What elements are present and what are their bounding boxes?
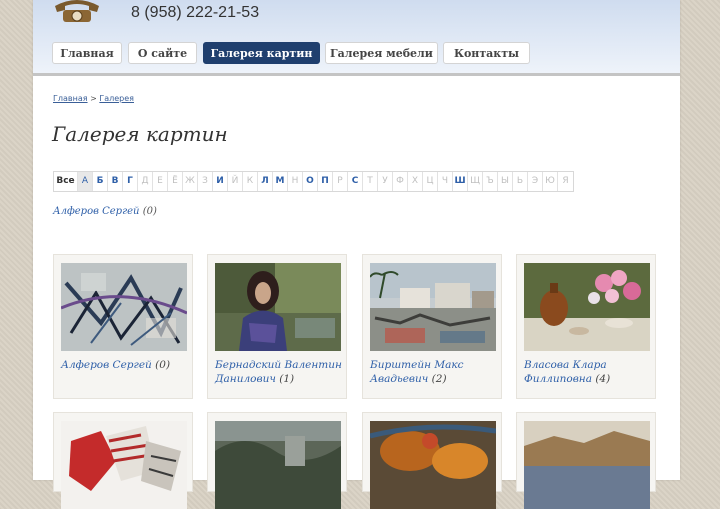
alphabet-letter: Ы [498, 172, 513, 191]
artist-card[interactable] [53, 412, 193, 509]
alphabet-letter: Ю [543, 172, 558, 191]
painting-thumbnail[interactable] [61, 421, 187, 509]
alphabet-letter[interactable]: А [78, 172, 93, 191]
alphabet-letter: Р [333, 172, 348, 191]
alphabet-letter: К [243, 172, 258, 191]
card-caption: Бернадский Валентин Данилович (1) [215, 358, 345, 386]
card-caption: Власова Клара Филлиповна (4) [524, 358, 654, 386]
alphabet-letter: З [198, 172, 213, 191]
alphabet-letter[interactable]: Ш [453, 172, 468, 191]
artist-name-link[interactable]: Алферов Сергей [61, 359, 152, 371]
artist-card[interactable]: Алферов Сергей (0) [53, 254, 193, 399]
card-caption: Бирштейн Макс Авадьевич (2) [370, 358, 500, 386]
telephone-icon [55, 0, 99, 22]
alphabet-letter[interactable]: О [303, 172, 318, 191]
painting-thumbnail[interactable] [370, 263, 496, 351]
alphabet-letter[interactable]: Г [123, 172, 138, 191]
alphabet-letter[interactable]: Все [54, 172, 78, 191]
artwork-count: (2) [431, 373, 447, 385]
breadcrumb: Главная > Галерея [53, 94, 134, 103]
nav-contacts[interactable]: Контакты [443, 42, 530, 64]
alphabet-letter: Е [153, 172, 168, 191]
artist-card[interactable]: Бернадский Валентин Данилович (1) [207, 254, 347, 399]
artist-card[interactable] [207, 412, 347, 509]
artwork-count: (4) [595, 373, 611, 385]
alphabet-letter: Ц [423, 172, 438, 191]
painting-thumbnail[interactable] [524, 421, 650, 509]
site-header: 8 (958) 222-21-53 Главная О сайте Галере… [33, 0, 680, 76]
alphabet-letter: Н [288, 172, 303, 191]
artist-card[interactable] [516, 412, 656, 509]
breadcrumb-home-link[interactable]: Главная [53, 94, 88, 103]
alphabet-letter: Э [528, 172, 543, 191]
alphabet-letter: Ф [393, 172, 408, 191]
artist-name-link[interactable]: Бирштейн Макс Авадьевич [370, 359, 464, 385]
artwork-count: (1) [279, 373, 295, 385]
alphabet-letter[interactable]: Б [93, 172, 108, 191]
artist-card[interactable]: Бирштейн Макс Авадьевич (2) [362, 254, 502, 399]
phone-number: 8 (958) 222-21-53 [131, 4, 260, 21]
alphabet-letter: Ж [183, 172, 198, 191]
nav-paintings-gallery[interactable]: Галерея картин [203, 42, 320, 64]
alphabet-letter: Ч [438, 172, 453, 191]
artist-card[interactable] [362, 412, 502, 509]
page-container: 8 (958) 222-21-53 Главная О сайте Галере… [33, 0, 680, 509]
nav-home[interactable]: Главная [52, 42, 122, 64]
breadcrumb-separator: > [90, 94, 97, 103]
nav-furniture-gallery[interactable]: Галерея мебели [325, 42, 438, 64]
breadcrumb-current-link[interactable]: Галерея [99, 94, 134, 103]
alphabet-letter[interactable]: П [318, 172, 333, 191]
alphabet-letter: У [378, 172, 393, 191]
painting-thumbnail[interactable] [215, 421, 341, 509]
alphabet-letter[interactable]: И [213, 172, 228, 191]
artwork-count: (0) [155, 359, 171, 371]
nav-about[interactable]: О сайте [128, 42, 197, 64]
painting-thumbnail[interactable] [370, 421, 496, 509]
alphabet-letter[interactable]: М [273, 172, 288, 191]
alphabet-letter: Щ [468, 172, 483, 191]
alphabet-letter[interactable]: Л [258, 172, 273, 191]
filter-result: Алферов Сергей (0) [53, 206, 157, 217]
alphabet-letter: Я [562, 176, 569, 186]
painting-thumbnail[interactable] [215, 263, 341, 351]
alphabet-letter[interactable]: В [108, 172, 123, 191]
painting-thumbnail[interactable] [524, 263, 650, 351]
alphabet-letter: Ъ [483, 172, 498, 191]
alphabet-letter: Х [408, 172, 423, 191]
page-title: Галерея картин [52, 122, 228, 146]
card-caption: Алферов Сергей (0) [61, 358, 191, 372]
alphabet-letter: Й [228, 172, 243, 191]
painting-thumbnail[interactable] [61, 263, 187, 351]
alphabet-filter: Все А Б В Г Д Е Ё Ж З И Й К Л М Н О П Р С Т У Ф Х Ц Ч Ш Щ Ъ Ы Ь Э Ю Я [53, 171, 574, 192]
alphabet-letter: Ё [168, 172, 183, 191]
alphabet-letter: Ь [513, 172, 528, 191]
filter-result-count: (0) [142, 206, 157, 217]
alphabet-letter: Д [138, 172, 153, 191]
alphabet-letter: Т [363, 172, 378, 191]
artist-card[interactable]: Власова Клара Филлиповна (4) [516, 254, 656, 399]
alphabet-letter[interactable]: С [348, 172, 363, 191]
filter-result-artist-link[interactable]: Алферов Сергей [53, 206, 140, 217]
